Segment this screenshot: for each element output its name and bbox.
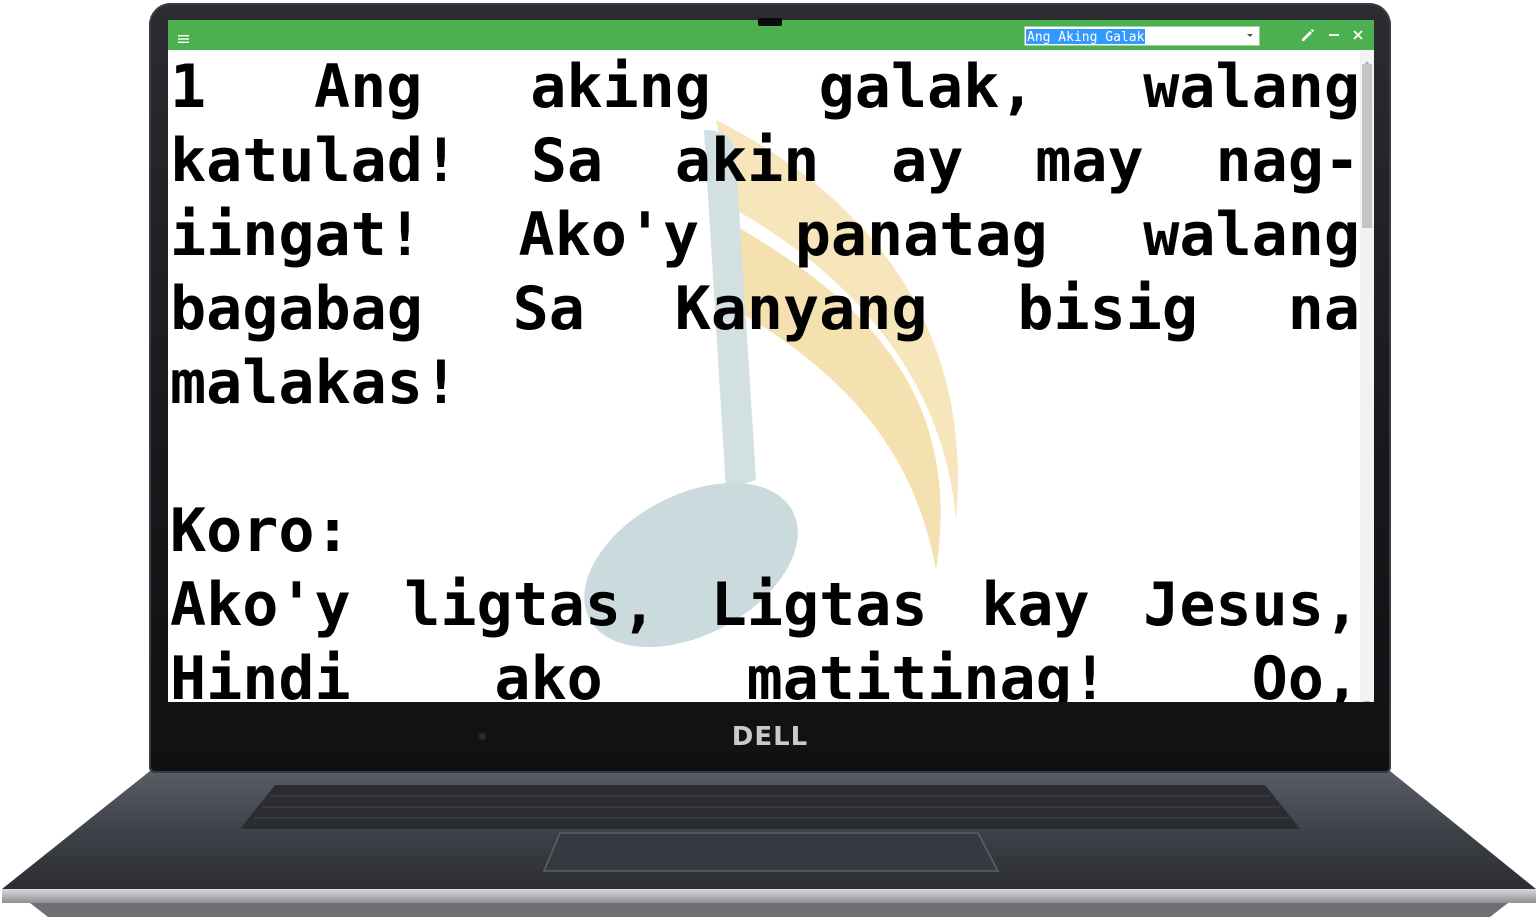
vertical-scrollbar[interactable] [1360,50,1374,702]
webcam [758,18,782,26]
song-selector-value: Ang Aking Galak [1026,29,1146,44]
close-icon[interactable] [1349,26,1367,44]
minimize-icon[interactable] [1325,26,1343,44]
scroll-down-arrow-icon[interactable] [1363,692,1371,702]
laptop-base [0,771,1538,919]
verse-1: 1 Ang aking galak, walang katulad! Sa ak… [170,52,1360,418]
status-led [478,732,487,741]
scrollbar-thumb[interactable] [1362,64,1372,228]
scroll-up-arrow-icon[interactable] [1363,52,1371,65]
chevron-down-icon [1247,34,1253,37]
stanza-gap [170,420,1360,494]
brand-logo: DELL [731,722,809,752]
screen: Ang Aking Galak 1 Ang aking galak, walan… [168,20,1374,702]
laptop-frame: DELL Ang Aking Galak 1 Ang aking galak, … [0,0,1538,919]
lyrics-text: 1 Ang aking galak, walang katulad! Sa ak… [170,50,1360,702]
song-selector-dropdown[interactable]: Ang Aking Galak [1024,26,1260,46]
chorus-text: Ako'y ligtas, Ligtas kay Jesus, Hindi ak… [170,570,1360,702]
hamburger-menu-icon[interactable] [178,29,190,43]
chorus-label: Koro: [170,496,351,566]
lyrics-view[interactable]: 1 Ang aking galak, walang katulad! Sa ak… [168,50,1360,702]
pencil-icon[interactable] [1298,26,1316,44]
